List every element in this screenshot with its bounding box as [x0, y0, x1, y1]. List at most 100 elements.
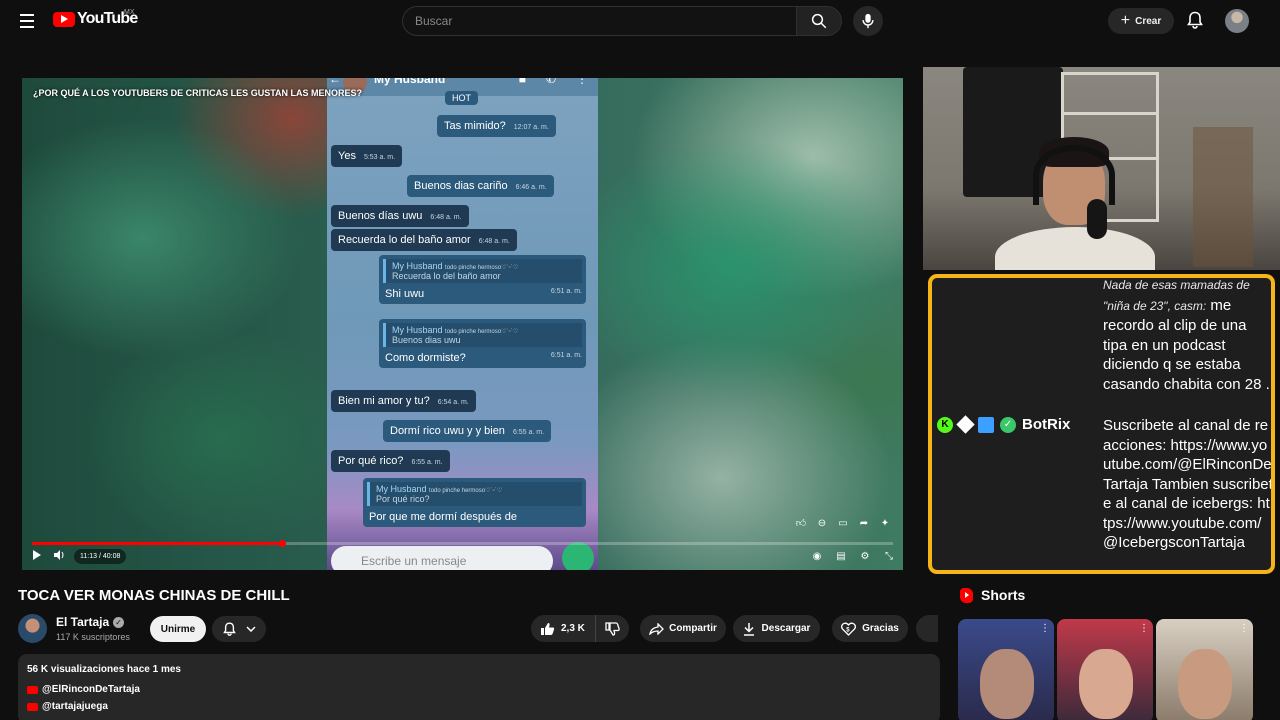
chat-bubble: Por qué rico? 6:55 a. m.: [331, 450, 450, 472]
phone-icon: ✆: [545, 78, 556, 86]
search-input[interactable]: [415, 14, 796, 28]
sparkle-icon[interactable]: ✦: [879, 517, 891, 529]
create-label: Crear: [1135, 15, 1162, 27]
hamburger-menu-icon[interactable]: [14, 8, 40, 34]
voice-search-button[interactable]: [853, 6, 883, 36]
play-button[interactable]: [30, 550, 44, 560]
headset-icon: [1033, 145, 1115, 205]
chat-mic-icon: [562, 542, 594, 570]
thumbs-up-icon: [541, 622, 555, 635]
shorts-heading: Shorts: [960, 587, 1025, 603]
thanks-label: Gracias: [862, 623, 899, 634]
chat-header-icons: ■ ✆ ⋮: [519, 78, 588, 86]
share-button[interactable]: Compartir: [640, 615, 726, 642]
like-button[interactable]: 2,3 K: [531, 615, 596, 642]
link-text: @ElRinconDeTartaja: [42, 684, 140, 695]
notifications-button[interactable]: [1184, 9, 1206, 31]
streamer-webcam: [923, 67, 1280, 270]
settings-gear-icon[interactable]: ⚙: [859, 550, 871, 562]
chat-bubble: Dormí rico uwu y y bien 6:55 a. m.: [383, 420, 552, 442]
download-button[interactable]: Descargar: [733, 615, 820, 642]
more-vertical-icon[interactable]: ⋮: [1139, 623, 1149, 634]
like-dislike-group: 2,3 K: [531, 615, 629, 642]
youtube-play-icon: [53, 11, 75, 27]
super-thanks-heart-icon: $: [841, 622, 857, 636]
video-overlay-title: ¿POR QUÉ A LOS YOUTUBERS DE CRITICAS LES…: [33, 88, 363, 98]
progress-bar[interactable]: [32, 540, 893, 547]
more-vertical-icon[interactable]: ⋮: [1239, 623, 1249, 634]
short-thumbnail[interactable]: ⋮: [1057, 619, 1153, 720]
chat-bubble: Buenos dias cariño 6:46 a. m.: [407, 175, 554, 197]
progress-scrubber[interactable]: [278, 540, 286, 547]
video-chat-screenshot: ← My Husband todo ■ ✆ ⋮ HOT Tas mimido?1…: [327, 78, 598, 570]
more-vertical-icon[interactable]: ⋮: [1040, 623, 1050, 634]
download-icon: [743, 622, 754, 636]
autoplay-toggle-icon[interactable]: ◉: [811, 550, 823, 562]
chat-bubble: Bien mi amor y tu? 6:54 a. m.: [331, 390, 476, 412]
description-link[interactable]: @tartajajuega: [27, 701, 108, 712]
thumbs-down-icon[interactable]: ⊖: [816, 517, 828, 529]
channel-name-text: El Tartaja: [56, 615, 110, 629]
contact-name: My Husband: [374, 78, 446, 86]
search-button[interactable]: [796, 6, 842, 36]
subscribed-button[interactable]: [212, 616, 266, 642]
comment-icon[interactable]: ▭: [837, 517, 849, 529]
share-icon[interactable]: ➦: [858, 517, 870, 529]
like-count: 2,3 K: [561, 623, 585, 634]
user-avatar[interactable]: [1225, 9, 1249, 33]
bot-badge-icon: [978, 416, 994, 433]
bot-message: Suscribete al canal de reacciones: https…: [1103, 417, 1273, 551]
channel-avatar[interactable]: [18, 614, 47, 643]
description-link[interactable]: @ElRinconDeTartaja: [27, 684, 140, 695]
stream-chat-box: Nada de esas mamadas de "niña de 23", ca…: [928, 274, 1275, 574]
search-box[interactable]: [402, 6, 796, 36]
time-display: 11:13 / 40:08: [74, 549, 127, 564]
stream-chat-message: Nada de esas mamadas de "niña de 23", ca…: [1103, 278, 1270, 393]
more-actions-button[interactable]: [916, 615, 938, 642]
youtube-mini-icon: [27, 685, 38, 694]
country-code: MX: [124, 9, 135, 16]
shorts-logo-icon: [960, 587, 973, 603]
channel-name[interactable]: El Tartaja ✓: [56, 615, 125, 629]
thumbs-up-icon[interactable]: 👍︎: [795, 517, 807, 529]
description-box[interactable]: 56 K visualizaciones hace 1 mes @ElRinco…: [18, 654, 940, 720]
player-right-controls: ◉ ▤ ⚙ ⤡: [811, 550, 895, 562]
bell-icon: [222, 622, 236, 636]
short-face: [980, 649, 1034, 719]
share-label: Compartir: [669, 623, 717, 634]
subscriber-count: 117 K suscriptores: [56, 632, 130, 642]
video-call-icon: ■: [518, 78, 526, 86]
short-thumbnail[interactable]: ⋮: [958, 619, 1054, 720]
diamond-badge-icon: [956, 415, 975, 434]
exit-fullscreen-icon[interactable]: ⤡: [883, 550, 895, 562]
background-furniture: [1193, 127, 1253, 267]
volume-button[interactable]: [52, 550, 68, 560]
contact-subtitle: todo: [457, 78, 471, 79]
microphone-icon: [862, 13, 874, 29]
volume-icon: [54, 550, 64, 560]
verified-check-icon: ✓: [113, 616, 125, 628]
svg-text:$: $: [846, 627, 850, 633]
verified-badge-icon: ✓: [1000, 416, 1016, 433]
chevron-down-icon: [245, 626, 256, 632]
shorts-heading-text: Shorts: [981, 587, 1026, 603]
back-arrow-icon: ←: [329, 78, 341, 86]
thanks-button[interactable]: $ Gracias: [832, 615, 908, 642]
subtitles-icon[interactable]: ▤: [835, 550, 847, 562]
streaming-microphone: [1087, 199, 1107, 239]
dislike-button[interactable]: [596, 621, 629, 636]
plus-icon: +: [1120, 12, 1131, 29]
chat-bubble: HOT: [445, 91, 478, 105]
video-player[interactable]: ← My Husband todo ■ ✆ ⋮ HOT Tas mimido?1…: [22, 78, 903, 570]
bot-identity: K ✓ BotRix: [937, 415, 1070, 434]
join-button[interactable]: Unirme: [150, 616, 206, 642]
bell-icon: [1187, 11, 1203, 29]
search-icon: [811, 13, 827, 29]
create-button[interactable]: + Crear: [1108, 8, 1174, 34]
short-thumbnail[interactable]: ⋮: [1156, 619, 1253, 720]
download-label: Descargar: [761, 623, 811, 634]
video-overlay-actions: 👍︎ ⊖ ▭ ➦ ✦: [795, 517, 891, 530]
chat-reply-bubble: My Husband todo pinche hermoso♡˙ᵕ˙♡ Bueno…: [379, 319, 586, 368]
chat-message-input: Escribe un mensaje: [331, 546, 553, 570]
streamer: [995, 137, 1155, 270]
